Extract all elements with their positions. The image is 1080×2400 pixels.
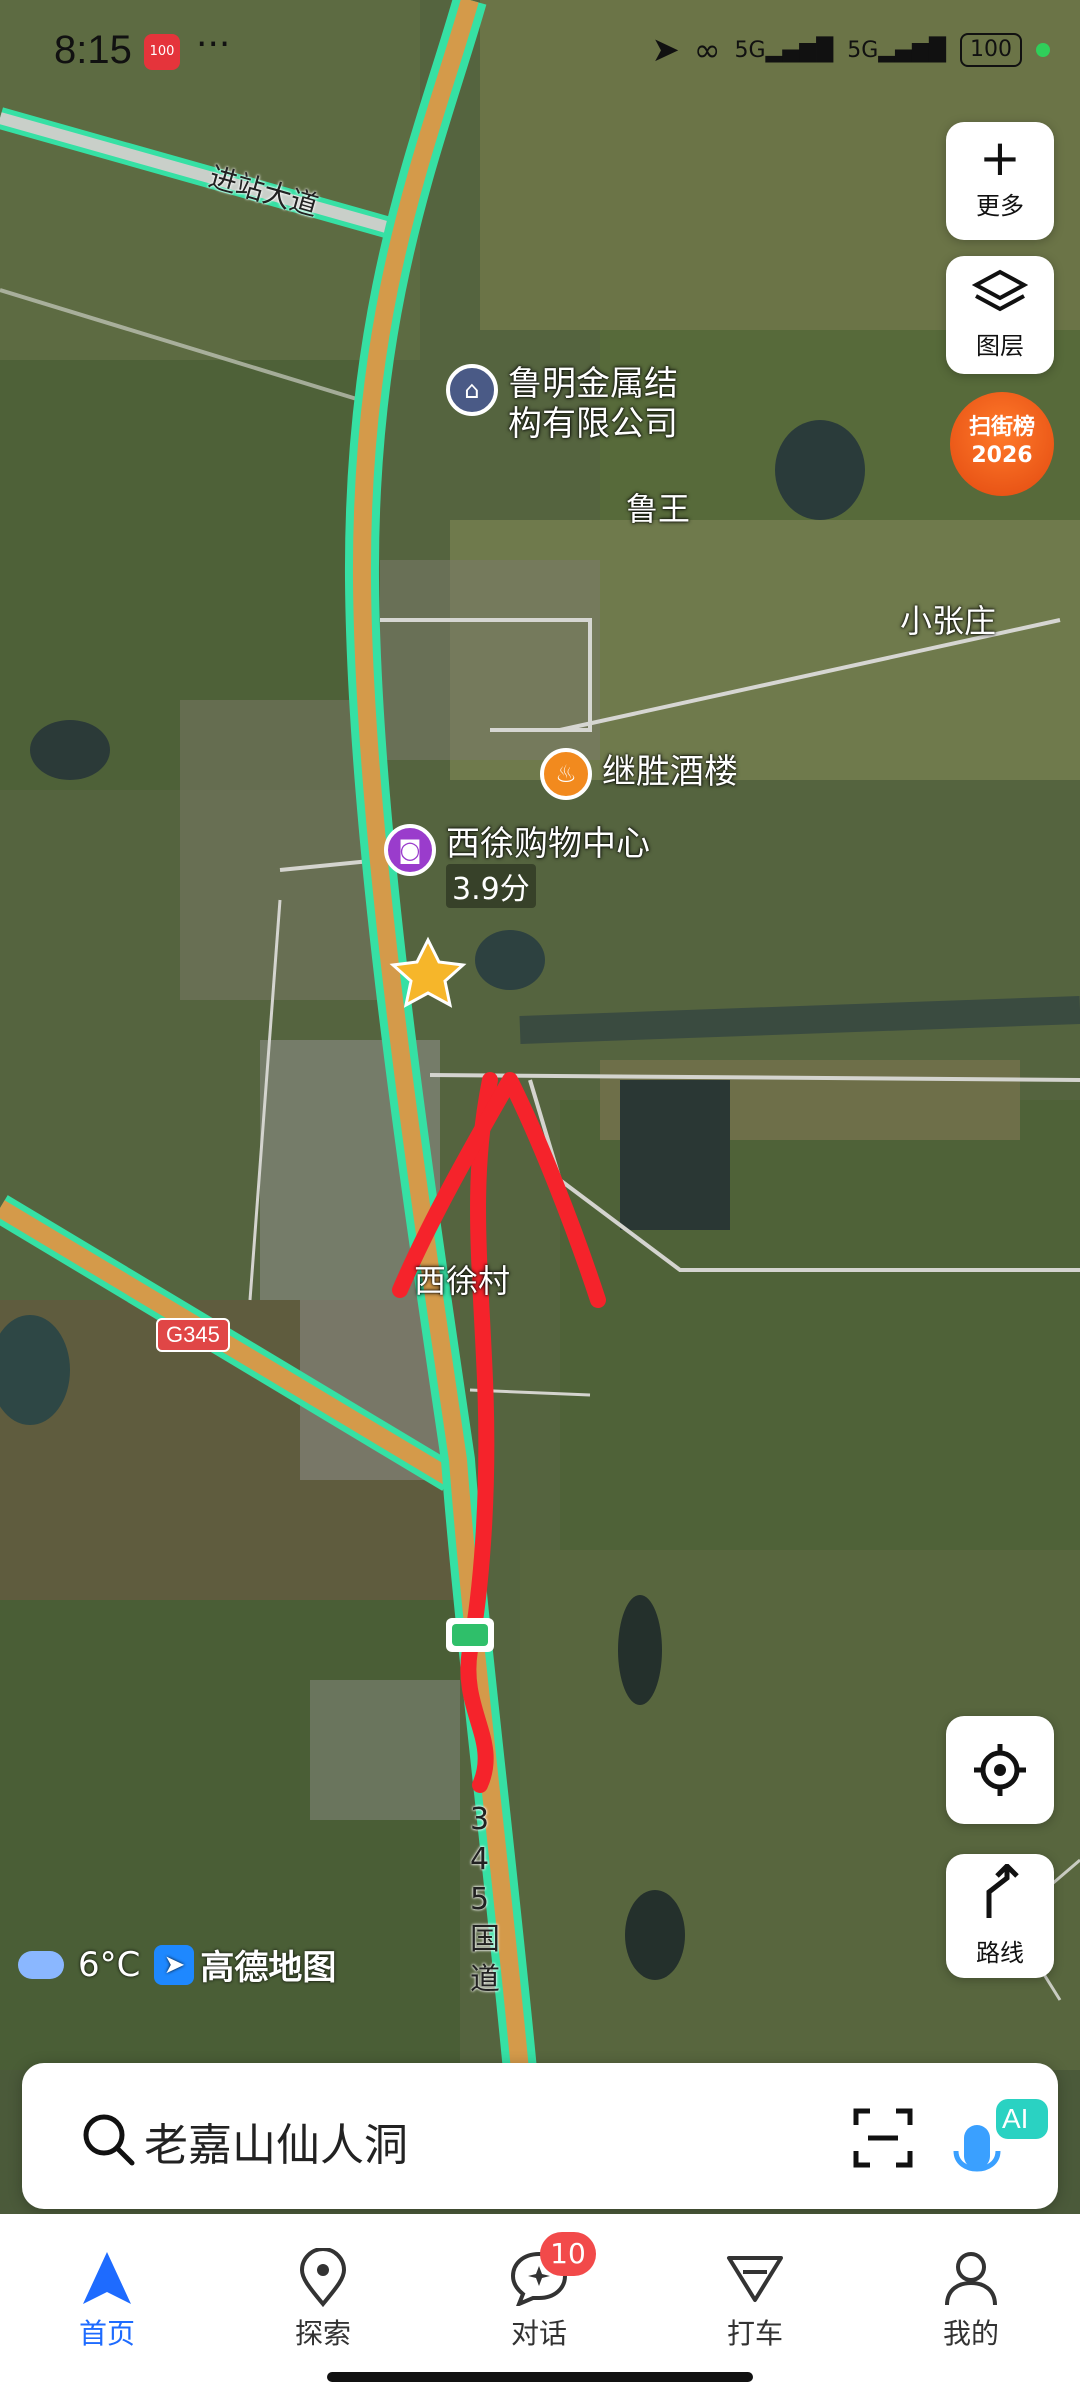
privacy-indicator-dot — [1036, 43, 1050, 57]
route-button[interactable]: 路线 — [946, 1854, 1054, 1978]
link-icon: ∞ — [693, 31, 721, 69]
location-pin-icon — [258, 2244, 388, 2312]
tab-explore[interactable]: 探索 — [258, 2244, 388, 2352]
locate-button[interactable] — [946, 1716, 1054, 1824]
tab-label: 首页 — [78, 2317, 135, 2350]
tab-taxi[interactable]: 打车 — [690, 2244, 820, 2352]
chat-badge: 10 — [540, 2232, 596, 2276]
restaurant-pin-icon: ♨ — [540, 748, 592, 800]
badge-line2: 2026 — [971, 443, 1033, 468]
layers-label: 图层 — [976, 332, 1024, 360]
location-arrow-icon: ➤ — [651, 30, 680, 70]
taxi-icon — [690, 2244, 820, 2312]
temperature[interactable]: 6°C — [78, 1945, 140, 1985]
shopping-pin-icon: ◙ — [384, 824, 436, 876]
app-notification-icon: 100 — [144, 34, 180, 70]
tab-home[interactable]: 首页 — [42, 2244, 172, 2352]
amap-logo-icon: ➤ — [154, 1944, 195, 1985]
poi-name: 继胜酒楼 — [602, 752, 738, 792]
more-notifications-icon: ··· — [196, 24, 231, 65]
bottom-tab-bar: 首页 探索 对话 10 打车 我的 — [0, 2214, 1080, 2400]
tab-label: 对话 — [510, 2317, 567, 2350]
more-button[interactable]: + 更多 — [946, 122, 1054, 240]
ai-voice-button[interactable]: AI — [952, 2095, 1052, 2185]
ai-label: AI — [1002, 2103, 1029, 2134]
status-time: 8:15 — [54, 28, 132, 72]
signal-icon-2: 5G▂▄▆█ — [847, 37, 946, 63]
more-label: 更多 — [976, 192, 1024, 220]
poi-name-line2: 构有限公司 — [508, 404, 678, 444]
battery-icon: 100 — [960, 33, 1022, 67]
locate-icon — [946, 1740, 1054, 1813]
home-indicator[interactable] — [327, 2372, 753, 2382]
badge-line1: 扫街榜 — [968, 415, 1035, 440]
tab-label: 我的 — [942, 2317, 999, 2350]
street-ranking-badge[interactable]: 扫街榜 2026 — [950, 392, 1054, 496]
road-label-national-road: 345国道 — [470, 1802, 500, 1997]
scan-icon[interactable] — [852, 2107, 914, 2169]
place-label-luwang: 鲁王 — [626, 490, 691, 528]
search-icon — [83, 2114, 135, 2166]
brand-name: 高德地图 — [200, 1948, 337, 1988]
person-icon — [906, 2244, 1036, 2312]
highway-shield-g345: G345 — [156, 1318, 230, 1352]
poi-rating: 3.9分 — [446, 864, 536, 908]
status-bar: 8:15 100 ··· ➤ ∞ 5G▂▄▆█ 5G▂▄▆█ 100 — [0, 0, 1080, 110]
tab-chat[interactable]: 对话 10 — [474, 2232, 604, 2352]
route-arrow-icon — [946, 1862, 1054, 1933]
signal-icon-1: 5G▂▄▆█ — [734, 37, 834, 63]
poi-name-line1: 鲁明金属结 — [508, 364, 678, 404]
satellite-map[interactable] — [0, 0, 1080, 2070]
place-label-xiaozhangzhuang: 小张庄 — [900, 602, 997, 640]
building-pin-icon: ⌂ — [446, 364, 498, 416]
plus-icon: + — [979, 129, 1021, 187]
layers-icon — [946, 268, 1054, 326]
poi-xixu-shopping-center[interactable]: ◙ 西徐购物中心 3.9分 — [384, 824, 650, 908]
poi-jisheng-restaurant[interactable]: ♨ 继胜酒楼 — [540, 748, 738, 800]
tab-label: 打车 — [726, 2317, 783, 2350]
tab-profile[interactable]: 我的 — [906, 2244, 1036, 2352]
search-bar[interactable]: 老嘉山仙人洞 AI — [22, 2063, 1058, 2209]
poi-name: 西徐购物中心 — [446, 824, 650, 864]
cloud-icon — [18, 1950, 64, 1979]
poi-luming-metal[interactable]: ⌂ 鲁明金属结 构有限公司 — [446, 364, 678, 444]
route-label: 路线 — [976, 1939, 1024, 1967]
search-input[interactable]: 老嘉山仙人洞 — [144, 2109, 408, 2173]
tab-label: 探索 — [294, 2317, 351, 2350]
layers-button[interactable]: 图层 — [946, 256, 1054, 374]
navigate-icon — [42, 2244, 172, 2312]
place-label-xixucun: 西徐村 — [414, 1262, 511, 1300]
